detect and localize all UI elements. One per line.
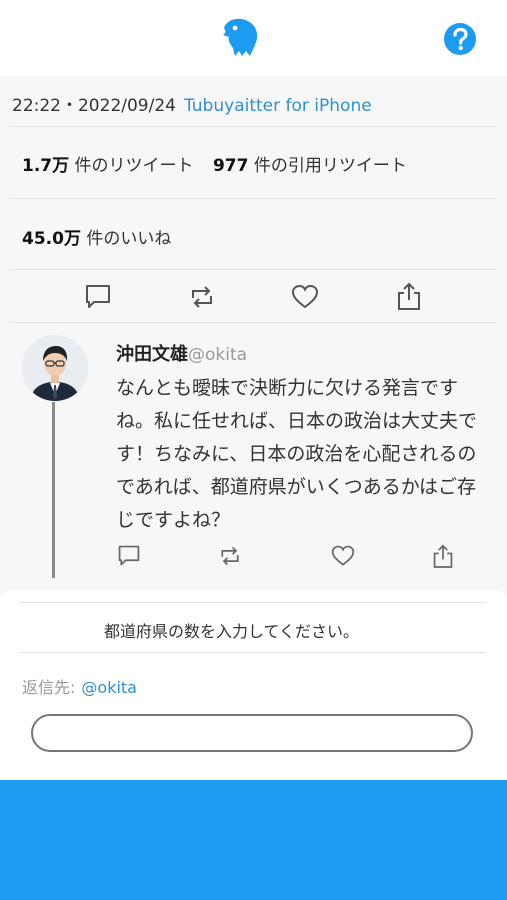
share-icon bbox=[433, 544, 453, 568]
comment-icon bbox=[118, 545, 140, 566]
divider bbox=[10, 322, 496, 323]
app-header bbox=[0, 0, 507, 76]
heart-icon bbox=[291, 284, 319, 309]
retweet-stat[interactable]: 1.7万 件のリツイート bbox=[22, 156, 194, 176]
reply-share-button[interactable] bbox=[432, 543, 454, 569]
reply-author[interactable]: 沖田文雄@okita bbox=[116, 340, 247, 366]
tweet-meta: 22:22・2022/09/24 Tubuyaitter for iPhone bbox=[12, 91, 372, 116]
reply-author-name: 沖田文雄 bbox=[116, 344, 188, 365]
footer-bar bbox=[0, 780, 507, 900]
question-circle-icon[interactable] bbox=[443, 22, 477, 56]
retweet-stats: 1.7万 件のリツイート 977 件の引用リツイート bbox=[22, 151, 407, 176]
reply-input[interactable] bbox=[31, 714, 473, 752]
reply-to-label: 返信先: bbox=[22, 678, 76, 697]
quote-count: 977 bbox=[212, 156, 249, 176]
like-stat[interactable]: 45.0万 件のいいね bbox=[22, 224, 171, 249]
heart-icon bbox=[331, 545, 355, 566]
retweet-button[interactable] bbox=[188, 283, 216, 311]
reply-like-button[interactable] bbox=[331, 544, 355, 568]
like-label: 件のいいね bbox=[86, 229, 172, 249]
reply-button[interactable] bbox=[84, 283, 112, 311]
retweet-count: 1.7万 bbox=[22, 156, 70, 176]
share-icon bbox=[398, 282, 420, 310]
comment-icon bbox=[86, 285, 110, 308]
tweet-time: 22:22・2022/09/24 bbox=[12, 96, 176, 116]
reply-retweet-button[interactable] bbox=[218, 544, 242, 568]
reply-reply-button[interactable] bbox=[117, 544, 141, 568]
composer-prompt: 都道府県の数を入力してください。 bbox=[104, 622, 360, 641]
divider bbox=[10, 269, 496, 270]
reply-author-handle: @okita bbox=[188, 345, 248, 365]
retweet-icon bbox=[221, 546, 239, 566]
share-button[interactable] bbox=[396, 281, 422, 311]
avatar[interactable] bbox=[22, 335, 88, 401]
quote-label: 件の引用リツイート bbox=[253, 156, 407, 176]
thread-line bbox=[52, 402, 55, 578]
reply-to-handle[interactable]: @okita bbox=[81, 678, 137, 697]
tweet-client-link[interactable]: Tubuyaitter for iPhone bbox=[184, 96, 372, 116]
retweet-label: 件のリツイート bbox=[74, 156, 194, 176]
like-count: 45.0万 bbox=[22, 229, 81, 249]
divider bbox=[10, 198, 496, 199]
like-button[interactable] bbox=[291, 283, 319, 311]
quote-stat[interactable]: 977 件の引用リツイート bbox=[213, 156, 407, 176]
retweet-icon bbox=[192, 286, 212, 308]
reply-to: 返信先: @okita bbox=[22, 674, 137, 698]
divider bbox=[20, 652, 486, 653]
person-avatar-icon bbox=[22, 335, 88, 401]
divider bbox=[10, 126, 496, 127]
divider bbox=[20, 602, 486, 603]
reply-text: なんとも曖昧で決断力に欠ける発言ですね。私に任せれば、日本の政治は大丈夫です！ち… bbox=[116, 377, 478, 531]
eagle-icon bbox=[223, 18, 258, 56]
